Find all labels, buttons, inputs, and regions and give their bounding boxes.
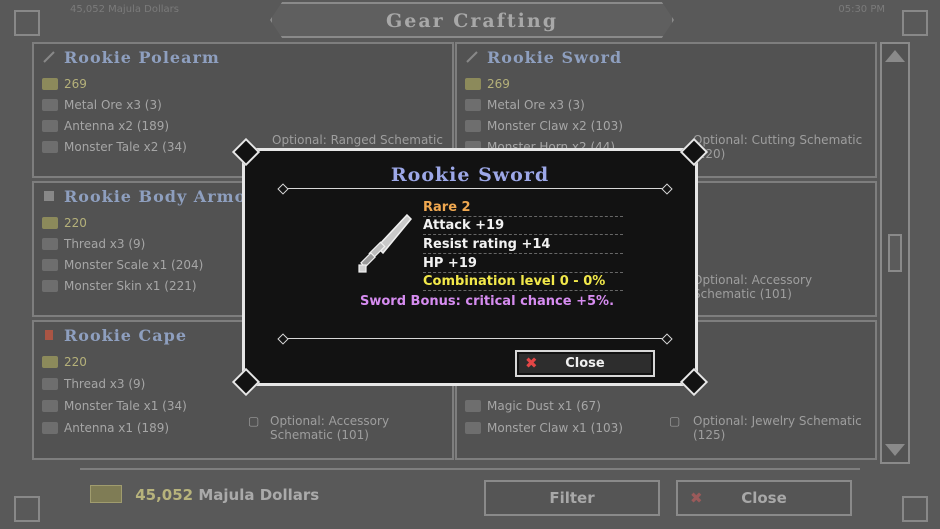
item-rarity: Rare 2	[423, 200, 623, 217]
material-row: Metal Ore x3 (3)	[465, 98, 585, 112]
material-row: Metal Ore x3 (3)	[42, 98, 162, 112]
modal-title: Rookie Sword	[390, 164, 550, 186]
footer-close-label: Close	[741, 489, 787, 507]
material-row: Monster Skin x1 (221)	[42, 279, 197, 293]
tail-icon	[42, 400, 58, 412]
close-icon: ✖	[525, 354, 538, 372]
modal-close-label: Close	[565, 356, 605, 371]
money-icon	[465, 78, 481, 90]
material-row: Monster Tale x1 (34)	[42, 399, 187, 413]
optional-schematic: Optional: Jewelry Schematic (125)	[693, 414, 862, 442]
ore-icon	[465, 99, 481, 111]
stat-hp: HP +19	[423, 256, 623, 273]
footer-close-button[interactable]: ✖ Close	[676, 480, 852, 516]
scroll-up-icon[interactable]	[885, 50, 905, 62]
filter-button[interactable]: Filter	[484, 480, 660, 516]
recipe-name: Rookie Sword	[487, 48, 623, 67]
ore-icon	[42, 99, 58, 111]
stat-attack: Attack +19	[423, 218, 623, 235]
dust-icon	[465, 400, 481, 412]
close-icon: ✖	[690, 489, 703, 507]
optional-icon: ▢	[669, 414, 681, 428]
recipe-price: 220	[42, 216, 87, 230]
claw-icon	[465, 422, 481, 434]
thread-icon	[42, 238, 58, 250]
antenna-icon	[42, 120, 58, 132]
sword-small-icon	[466, 51, 478, 63]
stat-resist: Resist rating +14	[423, 237, 623, 254]
optional-icon: ▢	[248, 414, 260, 428]
sword-icon	[358, 213, 413, 273]
scrollbar[interactable]	[880, 42, 910, 464]
money-icon	[90, 485, 122, 503]
money-icon	[42, 217, 58, 229]
money-unit: Majula Dollars	[198, 486, 320, 504]
optional-schematic: Optional: Accessory Schematic (101)	[270, 414, 390, 442]
recipe-name: Rookie Body Armor	[64, 187, 256, 206]
material-row: Thread x3 (9)	[42, 377, 145, 391]
material-row: Antenna x1 (189)	[42, 421, 169, 435]
money-icon	[42, 356, 58, 368]
antenna-icon	[42, 422, 58, 434]
scale-icon	[42, 259, 58, 271]
thread-icon	[42, 378, 58, 390]
material-row: Thread x3 (9)	[42, 237, 145, 251]
scroll-thumb[interactable]	[888, 234, 902, 272]
material-row: Monster Tale x2 (34)	[42, 140, 187, 154]
item-bonus: Sword Bonus: critical chance +5%.	[360, 294, 615, 309]
skin-icon	[42, 280, 58, 292]
corner-ornament	[14, 496, 40, 522]
material-row: Magic Dust x1 (67)	[465, 399, 601, 413]
tail-icon	[42, 141, 58, 153]
corner-ornament	[902, 10, 928, 36]
money-icon	[42, 78, 58, 90]
recipe-price: 269	[42, 77, 87, 91]
recipe-name: Rookie Cape	[64, 326, 188, 345]
recipe-price: 220	[42, 355, 87, 369]
footer-divider	[80, 468, 860, 470]
cape-icon	[45, 330, 53, 340]
optional-schematic: Optional: Accessory Schematic (101)	[693, 273, 813, 301]
top-right-faded-text: 05:30 PM	[838, 4, 885, 15]
title-bar: Gear Crafting	[270, 2, 674, 38]
material-row: Antenna x2 (189)	[42, 119, 169, 133]
page-title: Gear Crafting	[386, 10, 558, 32]
filter-label: Filter	[549, 489, 595, 507]
top-left-faded-text: 45,052 Majula Dollars	[70, 4, 179, 15]
modal-close-button[interactable]: ✖ Close	[515, 350, 655, 377]
material-row: Monster Claw x1 (103)	[465, 421, 623, 435]
recipe-name: Rookie Polearm	[64, 48, 220, 67]
corner-ornament	[902, 496, 928, 522]
corner-ornament	[14, 10, 40, 36]
modal-divider-top	[285, 188, 665, 189]
optional-schematic: Optional: Ranged Schematic	[272, 133, 443, 147]
armor-icon	[44, 191, 54, 201]
combination-level: Combination level 0 - 0%	[423, 274, 623, 291]
material-row: Monster Scale x1 (204)	[42, 258, 203, 272]
optional-schematic: Optional: Cutting Schematic (120)	[693, 133, 863, 161]
recipe-price: 269	[465, 77, 510, 91]
polearm-icon	[43, 51, 55, 63]
modal-divider-bottom	[285, 338, 665, 339]
scroll-down-icon[interactable]	[885, 444, 905, 456]
claw-icon	[465, 120, 481, 132]
material-row: Monster Claw x2 (103)	[465, 119, 623, 133]
money-display: 45,052 Majula Dollars	[90, 485, 319, 504]
item-detail-modal: Rookie Sword Rare 2 Attack +19 Resist ra…	[231, 137, 709, 397]
money-amount: 45,052	[135, 486, 194, 504]
